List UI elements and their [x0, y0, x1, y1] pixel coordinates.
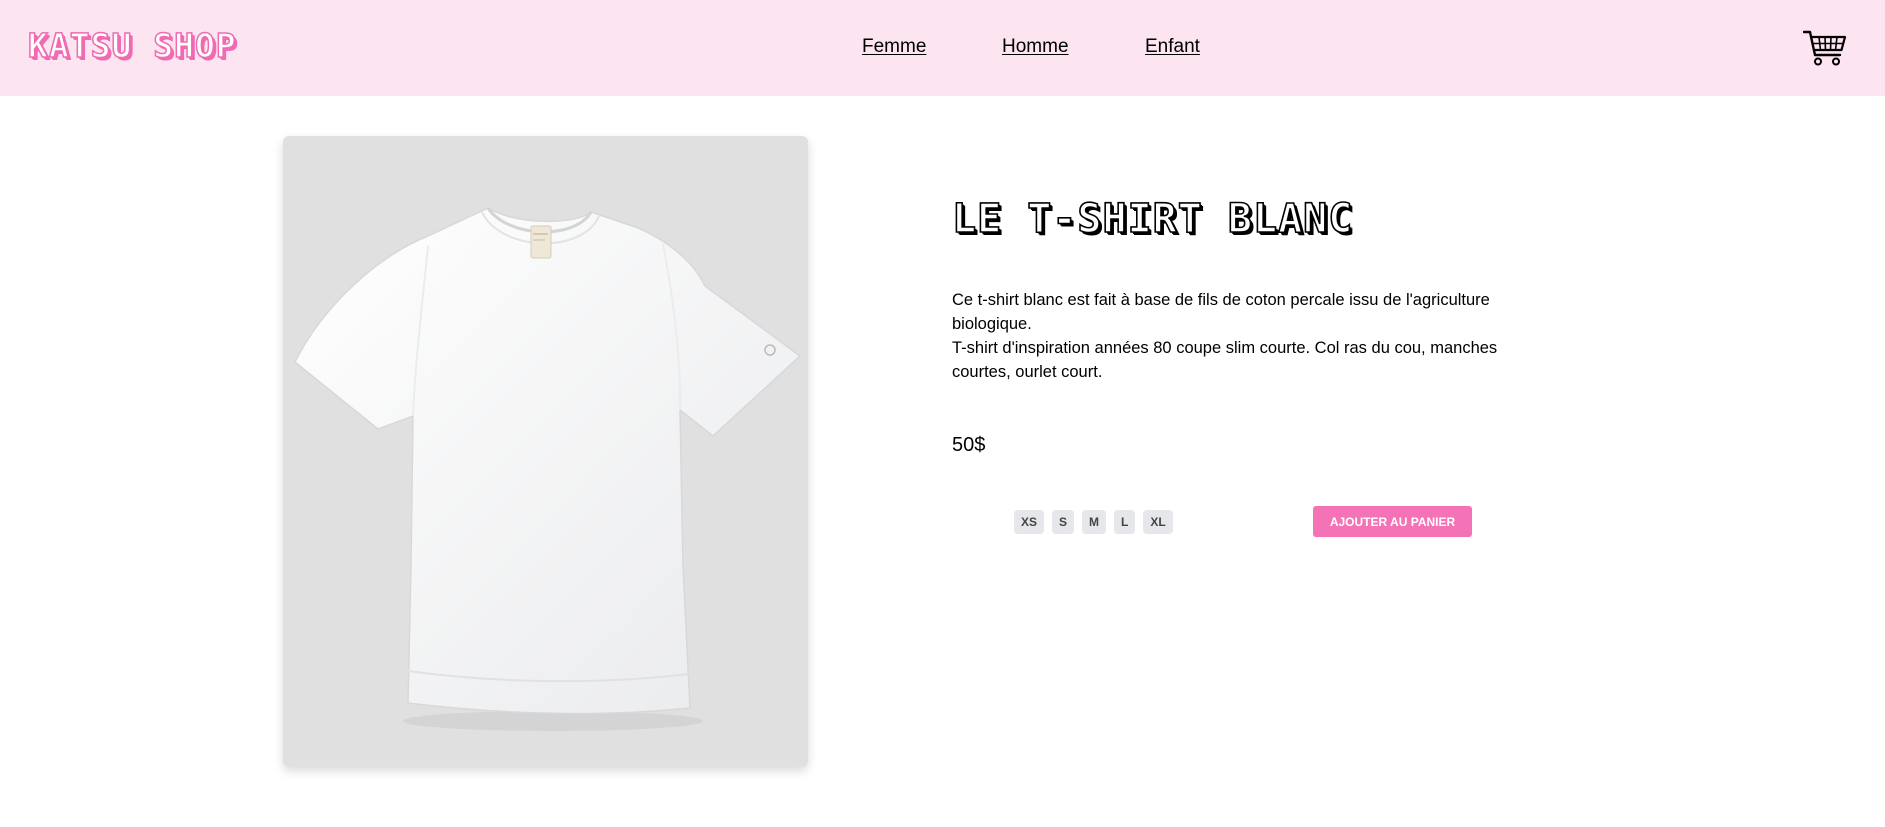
product-price: 50$	[952, 434, 986, 456]
site-header: KATSU SHOP Femme Homme Enfant	[0, 0, 1885, 96]
t-shirt-image	[294, 207, 802, 731]
size-option-xs[interactable]: XS	[1014, 510, 1045, 534]
size-option-m[interactable]: M	[1082, 510, 1107, 534]
product-image	[283, 136, 808, 767]
description-line-1: Ce t-shirt blanc est fait à base de fils…	[952, 291, 1490, 333]
product-title: LE T-SHIRT BLANC	[951, 195, 1354, 243]
nav-link-enfant[interactable]: Enfant	[1145, 36, 1200, 58]
size-option-l[interactable]: L	[1114, 510, 1136, 534]
size-selector: XS S M L XL	[1014, 510, 1173, 534]
size-option-s[interactable]: S	[1052, 510, 1075, 534]
product-description: Ce t-shirt blanc est fait à base de fils…	[952, 288, 1512, 384]
nav-link-homme[interactable]: Homme	[1002, 36, 1069, 58]
shopping-cart-icon[interactable]	[1802, 28, 1847, 68]
size-option-xl[interactable]: XL	[1143, 510, 1173, 534]
nav-link-femme[interactable]: Femme	[862, 36, 926, 58]
site-logo[interactable]: KATSU SHOP	[27, 25, 237, 66]
description-line-2: T-shirt d'inspiration années 80 coupe sl…	[952, 339, 1498, 381]
add-to-cart-button[interactable]: AJOUTER AU PANIER	[1313, 506, 1472, 537]
